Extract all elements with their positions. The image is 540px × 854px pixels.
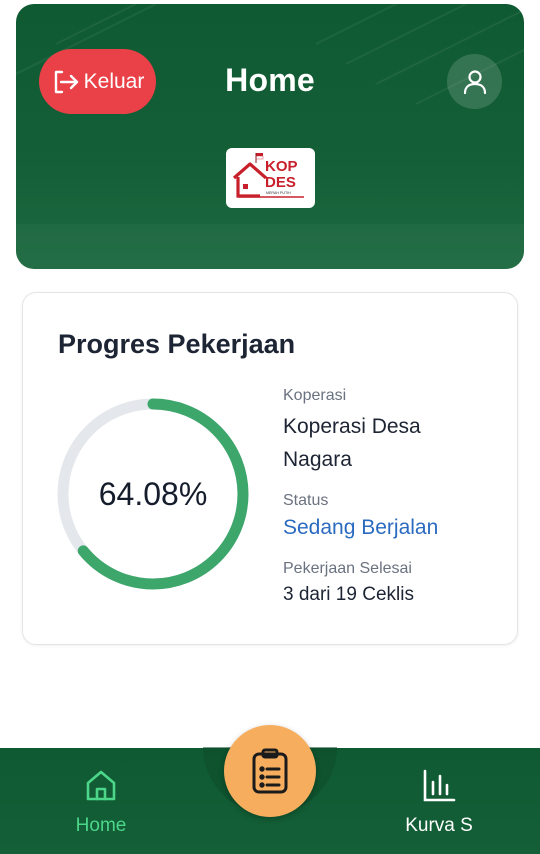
koperasi-value-line2: Nagara (283, 448, 352, 471)
header-background-pattern (16, 4, 524, 105)
nav-label-home: Home (75, 815, 127, 836)
checklist-fab-button[interactable] (224, 725, 316, 817)
pekerjaan-selesai-label: Pekerjaan Selesai (283, 560, 412, 577)
home-icon (86, 770, 116, 801)
logo-text-des: DES (265, 174, 296, 191)
logo-tagline: MERAH PUTIH (266, 191, 291, 195)
profile-button[interactable] (447, 54, 502, 109)
progress-info: Koperasi Koperasi Desa Nagara Status Sed… (283, 387, 508, 606)
progress-percent: 64.08% (98, 475, 208, 512)
card-title: Progres Pekerjaan (58, 329, 296, 359)
bar-chart-icon (423, 769, 456, 802)
status-label: Status (283, 492, 329, 509)
pekerjaan-selesai-value: 3 dari 19 Ceklis (283, 584, 414, 605)
koperasi-label: Koperasi (283, 387, 347, 404)
status-value: Sedang Berjalan (283, 516, 439, 539)
logo-text-kop: KOP (265, 158, 298, 175)
nav-label-kurva-s: Kurva S (405, 815, 473, 836)
nav-item-kurva-s[interactable]: Kurva S (384, 768, 494, 837)
user-icon (463, 69, 486, 94)
koperasi-value-line1: Koperasi Desa (283, 415, 421, 438)
kopdes-logo: KOP DES MERAH PUTIH (226, 148, 315, 208)
clipboard-list-icon (252, 748, 288, 794)
progress-card: Progres Pekerjaan 64.08% Koperasi Kopera… (22, 292, 518, 645)
app-header: Keluar Home KOP DES MERAH PUTIH (16, 4, 524, 269)
koperasi-value: Koperasi Desa Nagara (283, 410, 508, 476)
nav-item-home[interactable]: Home (46, 768, 156, 837)
